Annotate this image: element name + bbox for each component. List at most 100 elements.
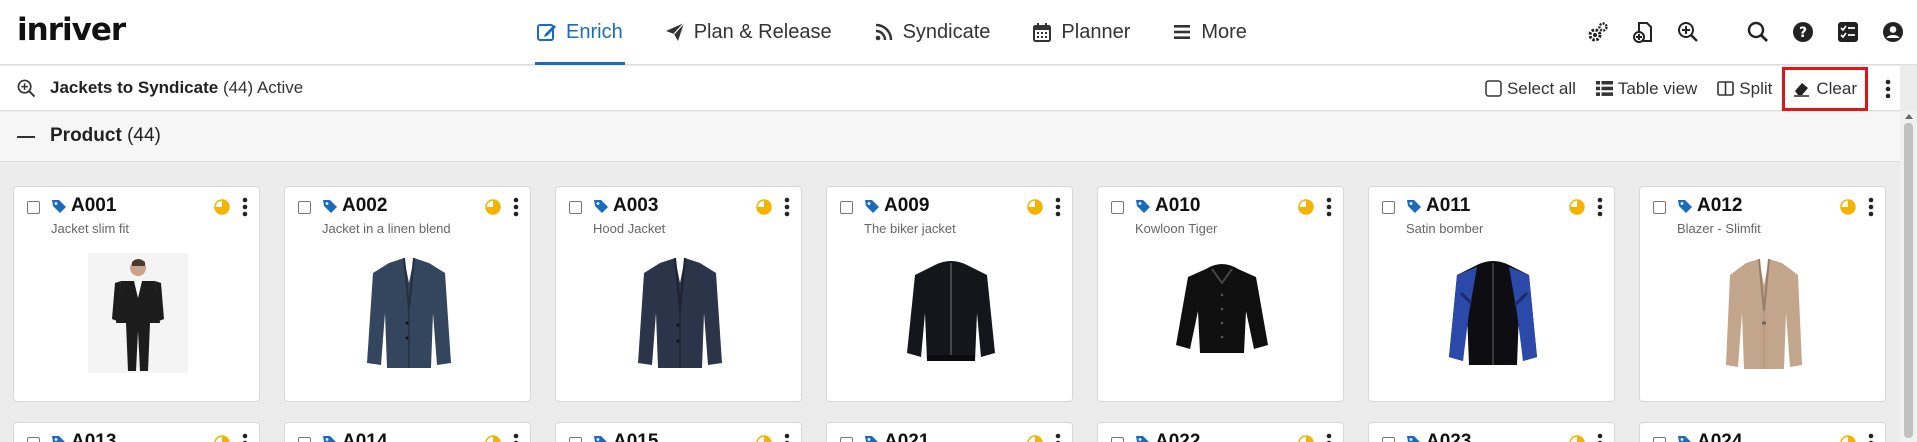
table-view-button[interactable]: Table view: [1595, 79, 1697, 99]
card-menu-button[interactable]: [513, 197, 519, 217]
card-menu-button[interactable]: [242, 433, 248, 442]
card-checkbox[interactable]: [840, 201, 853, 214]
split-label: Split: [1739, 78, 1773, 98]
product-code[interactable]: A022: [1155, 431, 1200, 442]
toolbar-more-button[interactable]: [1876, 79, 1900, 99]
card-menu-button[interactable]: [513, 433, 519, 442]
product-card[interactable]: A001 Jacket slim fit: [13, 186, 260, 402]
product-card[interactable]: A023: [1368, 422, 1615, 442]
group-header-product[interactable]: Product (44): [0, 112, 1900, 162]
product-card[interactable]: A012 Blazer - Slimfit: [1639, 186, 1886, 402]
product-code[interactable]: A001: [71, 195, 116, 217]
select-all-button[interactable]: Select all: [1485, 79, 1576, 99]
nav-tab-enrich[interactable]: Enrich: [535, 0, 625, 65]
nav-tab-syndicate[interactable]: Syndicate: [872, 0, 993, 64]
card-checkbox[interactable]: [1382, 437, 1395, 442]
split-button[interactable]: Split: [1717, 79, 1772, 99]
product-card[interactable]: A014: [284, 422, 531, 442]
tag-icon: [1135, 198, 1151, 214]
product-code[interactable]: A013: [71, 431, 116, 442]
card-checkbox[interactable]: [840, 437, 853, 442]
search-button[interactable]: [1744, 18, 1772, 46]
product-code[interactable]: A023: [1426, 431, 1471, 442]
product-code[interactable]: A014: [342, 431, 387, 442]
card-checkbox[interactable]: [1111, 201, 1124, 214]
kebab-menu-icon: [784, 433, 790, 442]
product-description: Kowloon Tiger: [1135, 221, 1218, 236]
card-menu-button[interactable]: [1868, 197, 1874, 217]
card-checkbox[interactable]: [1111, 437, 1124, 442]
product-code[interactable]: A003: [613, 195, 658, 217]
completeness-status-icon: [1840, 435, 1856, 442]
card-menu-button[interactable]: [1055, 197, 1061, 217]
product-description: Jacket slim fit: [51, 221, 130, 236]
product-image[interactable]: [1424, 249, 1562, 377]
card-checkbox[interactable]: [1382, 201, 1395, 214]
app-logo[interactable]: inriver: [17, 12, 126, 48]
card-menu-button[interactable]: [1326, 197, 1332, 217]
product-image[interactable]: [1153, 249, 1291, 377]
nav-tab-more[interactable]: More: [1170, 0, 1249, 64]
product-card[interactable]: A015: [555, 422, 802, 442]
card-menu-button[interactable]: [784, 433, 790, 442]
vertical-scrollbar[interactable]: [1900, 111, 1917, 442]
product-code[interactable]: A021: [884, 431, 929, 442]
product-image[interactable]: [1695, 249, 1833, 377]
product-card[interactable]: A009 The biker jacket: [826, 186, 1073, 402]
product-card[interactable]: A010 Kowloon Tiger: [1097, 186, 1344, 402]
card-checkbox[interactable]: [569, 201, 582, 214]
add-file-button[interactable]: [1629, 18, 1657, 46]
card-checkbox[interactable]: [27, 201, 40, 214]
card-menu-button[interactable]: [242, 197, 248, 217]
product-code[interactable]: A024: [1697, 431, 1742, 442]
product-card[interactable]: A022: [1097, 422, 1344, 442]
query-name[interactable]: Jackets to Syndicate: [50, 78, 218, 97]
card-checkbox[interactable]: [27, 437, 40, 442]
product-card[interactable]: A002 Jacket in a linen blend: [284, 186, 531, 402]
scroll-up-arrow[interactable]: [1905, 114, 1913, 119]
zoom-in-button[interactable]: [1674, 18, 1702, 46]
zoom-in-icon[interactable]: [17, 79, 36, 98]
collapse-icon[interactable]: [17, 136, 35, 138]
card-menu-button[interactable]: [1055, 433, 1061, 442]
completeness-status-icon: [756, 435, 772, 442]
nav-tab-label: Enrich: [566, 20, 623, 43]
nav-tab-plan-release[interactable]: Plan & Release: [663, 0, 834, 64]
product-code[interactable]: A015: [613, 431, 658, 442]
card-checkbox[interactable]: [1653, 201, 1666, 214]
product-code[interactable]: A002: [342, 195, 387, 217]
product-code[interactable]: A012: [1697, 195, 1742, 217]
product-image[interactable]: [69, 249, 207, 377]
product-code[interactable]: A010: [1155, 195, 1200, 217]
clear-button[interactable]: Clear: [1782, 66, 1868, 111]
settings-gears-button[interactable]: [1584, 18, 1612, 46]
card-checkbox[interactable]: [569, 437, 582, 442]
product-image[interactable]: [611, 249, 749, 377]
card-menu-button[interactable]: [1868, 433, 1874, 442]
card-checkbox[interactable]: [298, 201, 311, 214]
product-card[interactable]: A011 Satin bomber: [1368, 186, 1615, 402]
tasks-button[interactable]: [1834, 18, 1862, 46]
card-menu-button[interactable]: [784, 197, 790, 217]
product-card[interactable]: A024: [1639, 422, 1886, 442]
product-code[interactable]: A011: [1426, 195, 1470, 217]
product-card[interactable]: A021: [826, 422, 1073, 442]
product-code[interactable]: A009: [884, 195, 929, 217]
product-card[interactable]: A003 Hood Jacket: [555, 186, 802, 402]
product-card[interactable]: A013: [13, 422, 260, 442]
tag-icon: [864, 434, 880, 442]
product-image[interactable]: [340, 249, 478, 377]
card-checkbox[interactable]: [298, 437, 311, 442]
nav-tab-planner[interactable]: Planner: [1030, 0, 1132, 64]
card-checkbox[interactable]: [1653, 437, 1666, 442]
tag-icon: [51, 434, 67, 442]
user-account-button[interactable]: [1879, 18, 1907, 46]
help-button[interactable]: ?: [1789, 18, 1817, 46]
group-count: (44): [127, 125, 161, 146]
scrollbar-thumb[interactable]: [1904, 123, 1913, 438]
product-image[interactable]: [882, 249, 1020, 377]
card-menu-button[interactable]: [1326, 433, 1332, 442]
card-menu-button[interactable]: [1597, 433, 1603, 442]
card-menu-button[interactable]: [1597, 197, 1603, 217]
kebab-menu-icon: [784, 197, 790, 217]
